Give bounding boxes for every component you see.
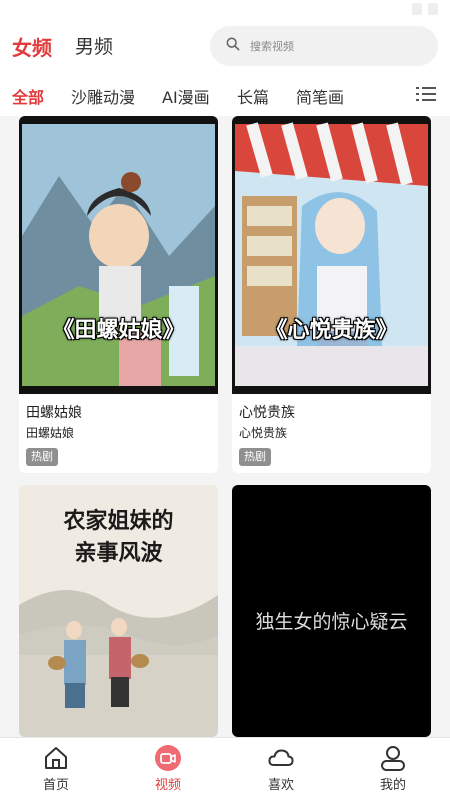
- cover-title-text-line-2: 亲事风波: [74, 540, 163, 566]
- video-card[interactable]: 农家姐妹的 亲事风波: [19, 485, 218, 737]
- nav-label: 首页: [42, 778, 69, 793]
- category-tab-ai-comic[interactable]: AI漫画: [162, 84, 210, 108]
- nav-home[interactable]: 首页: [0, 738, 112, 800]
- cover-title-text: 《田螺姑娘》: [52, 318, 185, 343]
- video-card[interactable]: 独生女的惊心疑云: [232, 485, 431, 737]
- search-placeholder: 搜索视频: [250, 40, 294, 53]
- video-icon: [155, 745, 181, 771]
- cover-title-text: 《心悦贵族》: [265, 318, 398, 343]
- cloud-icon: [268, 749, 294, 766]
- nav-label: 喜欢: [267, 778, 294, 793]
- status-bar: 10:45: [0, 0, 450, 20]
- tab-female[interactable]: 女频: [12, 32, 52, 61]
- battery-icon: [428, 3, 438, 15]
- category-bar: 全部 沙雕动漫 AI漫画 长篇 简笔画: [0, 72, 450, 116]
- category-tab-sketch[interactable]: 简笔画: [296, 84, 344, 108]
- tab-male[interactable]: 男频: [75, 32, 113, 59]
- card-title: 心悦贵族: [239, 405, 295, 421]
- hot-tag-badge: 热剧: [239, 448, 271, 466]
- hot-tag-badge: 热剧: [26, 448, 58, 466]
- category-tab-long[interactable]: 长篇: [237, 84, 269, 108]
- wifi-icon: [412, 3, 422, 15]
- nav-video[interactable]: 视频: [112, 738, 224, 800]
- card-subtitle: 田螺姑娘: [26, 426, 75, 440]
- card-title: 田螺姑娘: [26, 405, 82, 421]
- video-card[interactable]: 《田螺姑娘》 田螺姑娘 田螺姑娘 热剧: [19, 116, 218, 473]
- category-tab-all[interactable]: 全部: [12, 84, 44, 108]
- nav-label: 视频: [154, 778, 181, 793]
- search-icon: [226, 37, 240, 51]
- video-card[interactable]: 《心悦贵族》 心悦贵族 心悦贵族 热剧: [232, 116, 431, 473]
- home-icon: [45, 747, 67, 769]
- nav-profile[interactable]: 我的: [337, 738, 449, 800]
- header: 女频 男频 搜索视频: [0, 20, 450, 72]
- nav-like[interactable]: 喜欢: [225, 738, 337, 800]
- status-time: 10:45: [12, 2, 51, 16]
- search-input[interactable]: 搜索视频: [210, 26, 438, 66]
- video-cover: [232, 116, 431, 394]
- card-subtitle: 心悦贵族: [239, 426, 288, 440]
- status-icons: [412, 3, 438, 15]
- nav-label: 我的: [379, 778, 406, 793]
- cover-title-text-line-1: 农家姐妹的: [63, 508, 174, 534]
- bottom-nav: 首页 视频 喜欢 我的: [0, 737, 450, 800]
- profile-icon: [381, 746, 405, 771]
- cover-title-text: 独生女的惊心疑云: [255, 611, 408, 633]
- category-tab-shadiao[interactable]: 沙雕动漫: [71, 84, 135, 108]
- category-list-icon[interactable]: [416, 85, 436, 103]
- video-cover: [19, 116, 218, 394]
